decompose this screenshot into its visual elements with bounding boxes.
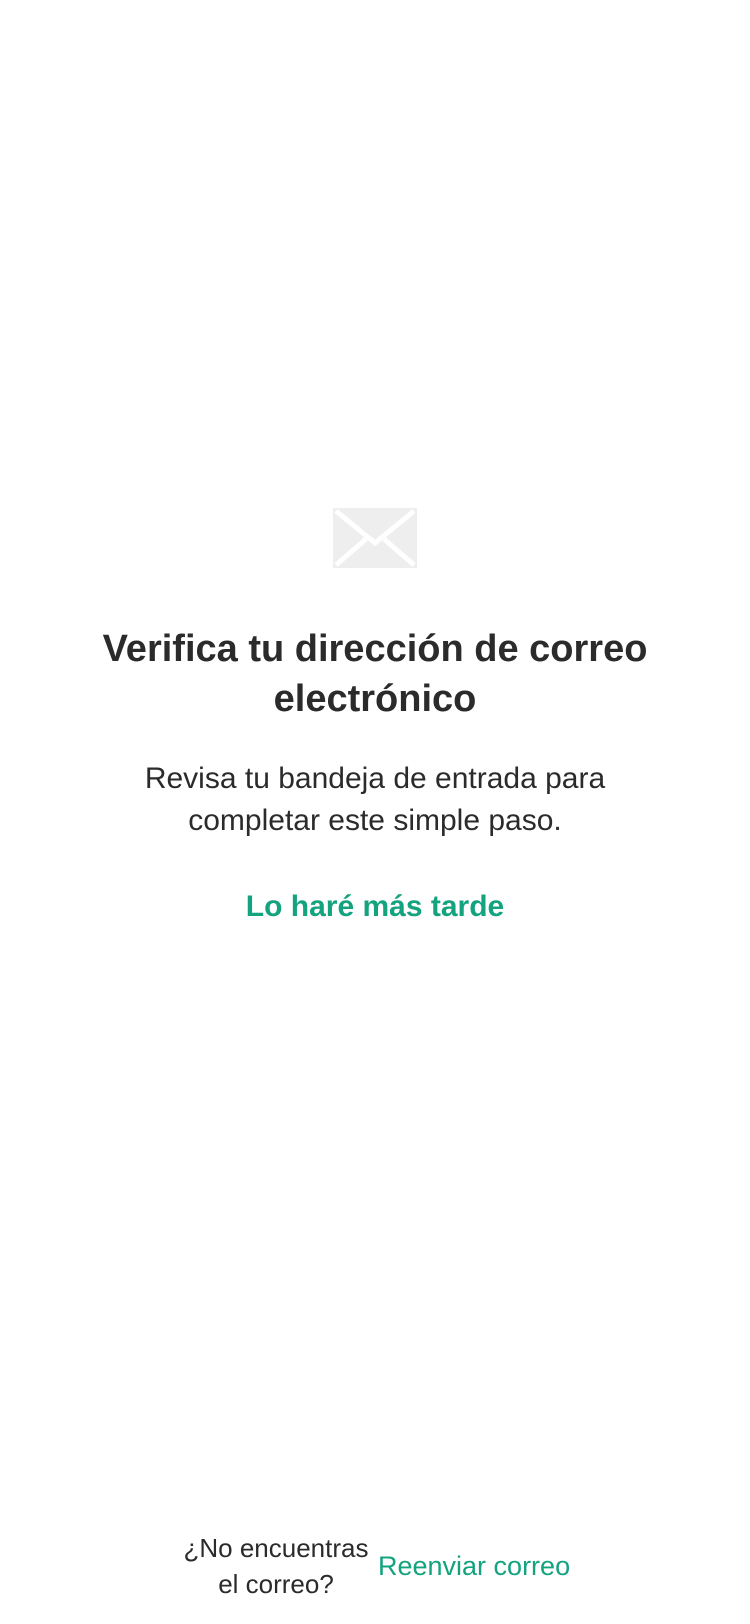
envelope-icon	[333, 508, 417, 568]
instruction-text: Revisa tu bandeja de entrada para comple…	[144, 762, 606, 837]
resend-email-link[interactable]: Reenviar correo	[378, 1548, 570, 1584]
page-title: Verifica tu dirección de correo electrón…	[102, 628, 648, 720]
do-it-later-link[interactable]: Lo haré más tarde	[175, 886, 575, 928]
email-not-found-text: ¿No encuentras el correo?	[183, 1533, 369, 1599]
resend-footer: ¿No encuentras el correo? Reenviar corre…	[0, 1530, 750, 1606]
